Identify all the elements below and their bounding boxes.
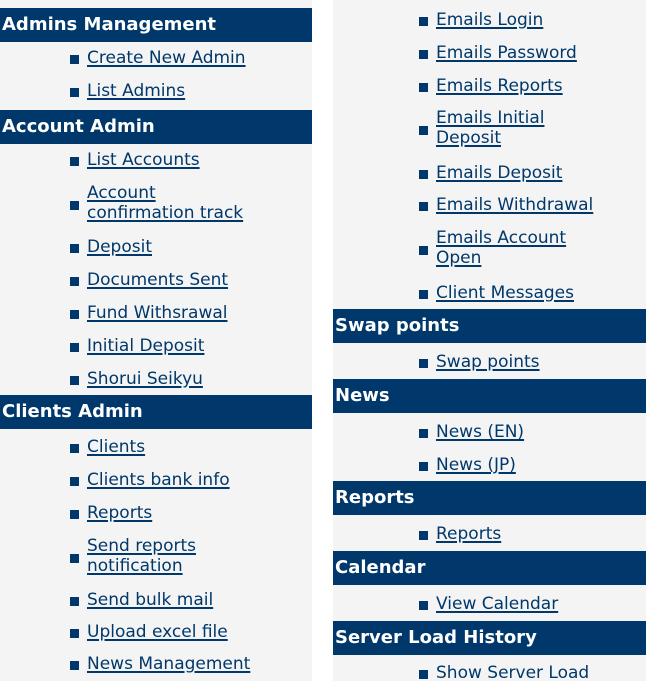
emails-reports-link[interactable]: Emails Reports — [436, 76, 563, 96]
news-en-link[interactable]: News (EN) — [436, 422, 524, 442]
square-bullet-icon — [419, 290, 428, 299]
view-calendar-link[interactable]: View Calendar — [436, 594, 558, 614]
square-bullet-icon — [419, 601, 428, 610]
emails-account-open-link[interactable]: Emails Account Open — [436, 228, 566, 268]
square-bullet-icon — [419, 531, 428, 540]
square-bullet-icon — [70, 343, 79, 352]
initial-deposit-link[interactable]: Initial Deposit — [87, 336, 204, 356]
emails-login-link[interactable]: Emails Login — [436, 10, 543, 30]
fund-withsrawal-link[interactable]: Fund Withsrawal — [87, 303, 228, 323]
section-header-swap-points: Swap points — [333, 309, 646, 343]
section-header-account-admin: Account Admin — [0, 110, 312, 144]
show-server-load-link[interactable]: Show Server Load — [436, 663, 589, 683]
create-new-admin-link[interactable]: Create New Admin — [87, 48, 246, 68]
emails-initial-deposit-link[interactable]: Emails Initial Deposit — [436, 108, 544, 148]
square-bullet-icon — [419, 83, 428, 92]
emails-deposit-link[interactable]: Emails Deposit — [436, 163, 562, 183]
news-management-link[interactable]: News Management — [87, 654, 250, 674]
section-header-admins-management: Admins Management — [0, 8, 312, 42]
square-bullet-icon — [419, 126, 428, 135]
shorui-seikyu-link[interactable]: Shorui Seikyu — [87, 369, 203, 389]
square-bullet-icon — [70, 244, 79, 253]
reports-right-link[interactable]: Reports — [436, 524, 501, 544]
client-messages-link[interactable]: Client Messages — [436, 283, 574, 303]
square-bullet-icon — [70, 477, 79, 486]
square-bullet-icon — [419, 17, 428, 26]
section-header-clients-admin: Clients Admin — [0, 395, 312, 429]
square-bullet-icon — [419, 246, 428, 255]
square-bullet-icon — [419, 462, 428, 471]
list-accounts-link[interactable]: List Accounts — [87, 150, 200, 170]
list-admins-link[interactable]: List Admins — [87, 81, 185, 101]
account-confirmation-track-link[interactable]: Account confirmation track — [87, 183, 243, 223]
square-bullet-icon — [419, 359, 428, 368]
emails-withdrawal-link[interactable]: Emails Withdrawal — [436, 195, 593, 215]
square-bullet-icon — [70, 661, 79, 670]
right-menu-column: Emails Login Emails Password Emails Repo… — [333, 0, 646, 683]
square-bullet-icon — [70, 597, 79, 606]
square-bullet-icon — [419, 50, 428, 59]
square-bullet-icon — [419, 429, 428, 438]
square-bullet-icon — [70, 510, 79, 519]
section-header-reports: Reports — [333, 481, 646, 515]
clients-link[interactable]: Clients — [87, 437, 145, 457]
square-bullet-icon — [70, 310, 79, 319]
left-menu-column: Admins Management Create New Admin List … — [0, 0, 312, 681]
square-bullet-icon — [70, 88, 79, 97]
square-bullet-icon — [419, 202, 428, 211]
square-bullet-icon — [70, 376, 79, 385]
section-header-news: News — [333, 379, 646, 413]
square-bullet-icon — [70, 55, 79, 64]
square-bullet-icon — [70, 277, 79, 286]
news-jp-link[interactable]: News (JP) — [436, 455, 516, 475]
send-bulk-mail-link[interactable]: Send bulk mail — [87, 590, 213, 610]
swap-points-link[interactable]: Swap points — [436, 352, 540, 372]
square-bullet-icon — [70, 444, 79, 453]
clients-bank-info-link[interactable]: Clients bank info — [87, 470, 230, 490]
deposit-link[interactable]: Deposit — [87, 237, 152, 257]
send-reports-notification-link[interactable]: Send reports notification — [87, 536, 196, 576]
square-bullet-icon — [70, 629, 79, 638]
emails-password-link[interactable]: Emails Password — [436, 43, 577, 63]
square-bullet-icon — [70, 157, 79, 166]
square-bullet-icon — [70, 201, 79, 210]
documents-sent-link[interactable]: Documents Sent — [87, 270, 228, 290]
section-header-server-load-history: Server Load History — [333, 621, 646, 655]
section-header-calendar: Calendar — [333, 551, 646, 585]
square-bullet-icon — [70, 554, 79, 563]
square-bullet-icon — [419, 670, 428, 679]
upload-excel-file-link[interactable]: Upload excel file — [87, 622, 228, 642]
reports-link[interactable]: Reports — [87, 503, 152, 523]
square-bullet-icon — [419, 170, 428, 179]
